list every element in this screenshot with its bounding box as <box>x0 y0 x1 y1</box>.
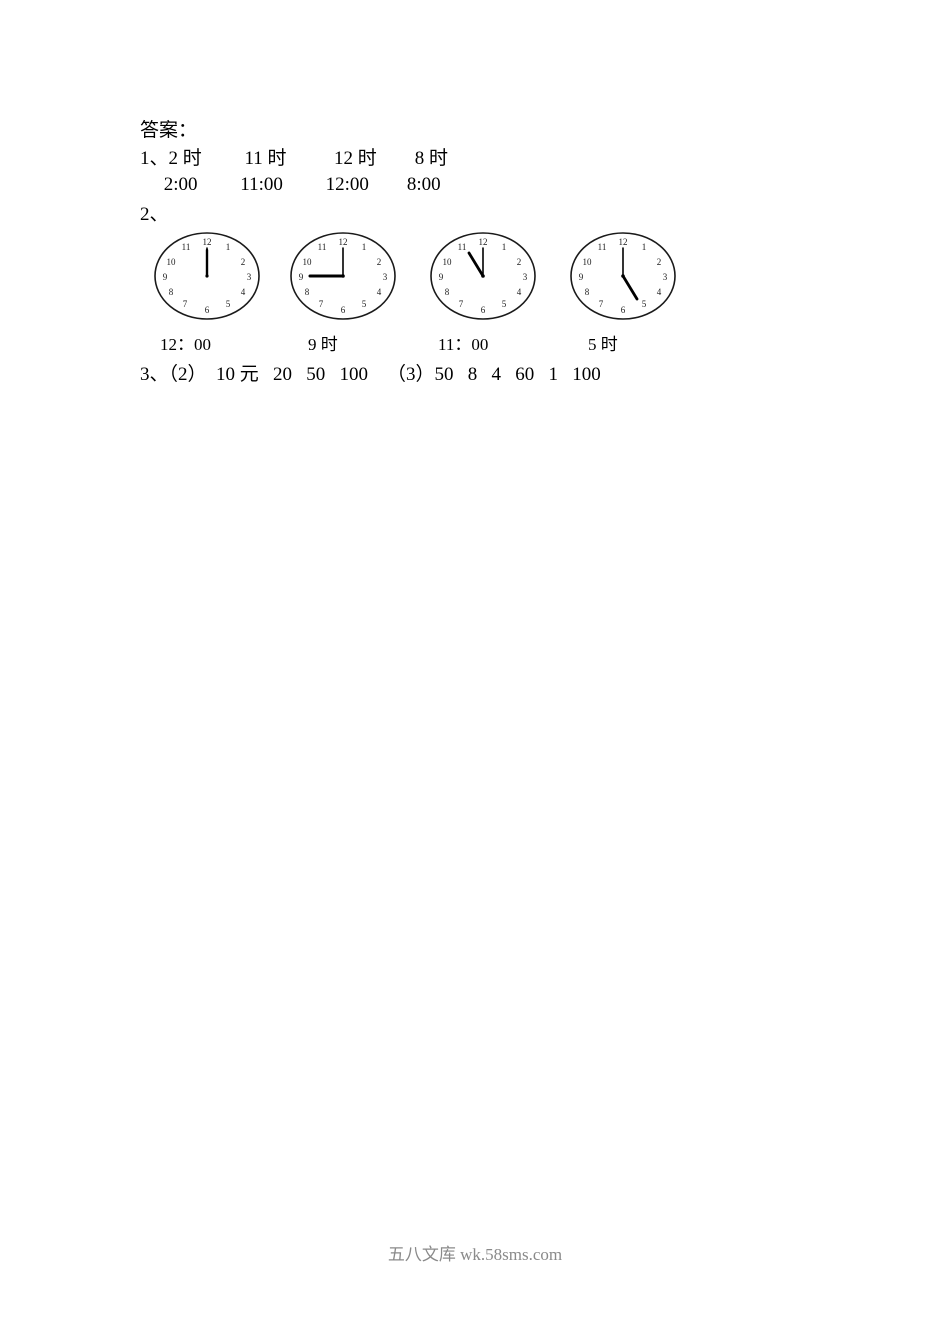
svg-text:1: 1 <box>362 242 367 252</box>
svg-text:12: 12 <box>479 237 488 247</box>
question-2-label: 2、 <box>140 204 169 225</box>
svg-text:11: 11 <box>182 242 191 252</box>
svg-text:3: 3 <box>663 272 668 282</box>
svg-text:12: 12 <box>619 237 628 247</box>
svg-text:10: 10 <box>443 257 453 267</box>
svg-text:9: 9 <box>579 272 584 282</box>
svg-text:9: 9 <box>299 272 304 282</box>
document-page: 答案： 1、2 时 11 时 12 时 8 时 2:00 11:00 12:00… <box>0 0 950 1344</box>
svg-text:6: 6 <box>481 305 486 315</box>
svg-text:2: 2 <box>517 257 522 267</box>
svg-text:2: 2 <box>241 257 246 267</box>
answer-heading: 答案： <box>140 120 198 141</box>
clock-caption-2: 9 时 <box>308 335 338 354</box>
clock-face-4: 12 1 2 3 4 5 6 7 8 9 10 11 <box>568 230 678 322</box>
clock-caption-1: 12：00 <box>160 335 211 354</box>
svg-text:8: 8 <box>305 287 310 297</box>
svg-text:3: 3 <box>523 272 528 282</box>
svg-text:10: 10 <box>167 257 177 267</box>
svg-text:7: 7 <box>319 299 324 309</box>
svg-text:4: 4 <box>517 287 522 297</box>
svg-text:5: 5 <box>226 299 231 309</box>
svg-text:4: 4 <box>241 287 246 297</box>
svg-text:3: 3 <box>383 272 388 282</box>
svg-text:5: 5 <box>362 299 367 309</box>
clock-face-2: 12 1 2 3 4 5 6 7 8 9 10 11 <box>288 230 398 322</box>
question-3-answer-line: 3、（2） 10 元 20 50 100 （3）50 8 4 60 1 100 <box>140 364 601 385</box>
clock-svg-1: 12 1 2 3 4 5 6 7 8 9 10 11 <box>154 232 260 320</box>
svg-text:9: 9 <box>439 272 444 282</box>
clock-svg-4: 12 1 2 3 4 5 6 7 8 9 10 11 <box>570 232 676 320</box>
clock-face-3: 12 1 2 3 4 5 6 7 8 9 10 11 <box>428 230 538 322</box>
clock-caption-4: 5 时 <box>588 335 618 354</box>
svg-text:7: 7 <box>183 299 188 309</box>
clock-svg-2: 12 1 2 3 4 5 6 7 8 9 10 11 <box>290 232 396 320</box>
svg-text:12: 12 <box>339 237 348 247</box>
svg-text:8: 8 <box>169 287 174 297</box>
question-2-clock-row: 12 1 2 3 4 5 6 7 8 9 10 11 12 1 2 3 4 5 … <box>140 230 840 330</box>
svg-text:7: 7 <box>599 299 604 309</box>
clock-svg-3: 12 1 2 3 4 5 6 7 8 9 10 11 <box>430 232 536 320</box>
clock-face-1: 12 1 2 3 4 5 6 7 8 9 10 11 <box>152 230 262 322</box>
svg-text:5: 5 <box>642 299 647 309</box>
svg-text:6: 6 <box>341 305 346 315</box>
svg-text:8: 8 <box>585 287 590 297</box>
svg-text:6: 6 <box>205 305 210 315</box>
svg-text:3: 3 <box>247 272 252 282</box>
svg-text:2: 2 <box>377 257 382 267</box>
svg-text:12: 12 <box>203 237 212 247</box>
svg-text:11: 11 <box>318 242 327 252</box>
document-content: 答案： 1、2 时 11 时 12 时 8 时 2:00 11:00 12:00… <box>140 118 840 388</box>
clock-caption-3: 11：00 <box>438 335 489 354</box>
svg-text:5: 5 <box>502 299 507 309</box>
svg-text:1: 1 <box>502 242 507 252</box>
svg-text:6: 6 <box>621 305 626 315</box>
svg-text:11: 11 <box>458 242 467 252</box>
question-2-caption-row: 12：00 9 时 11：00 5 时 <box>140 330 840 356</box>
svg-text:10: 10 <box>303 257 313 267</box>
svg-text:9: 9 <box>163 272 168 282</box>
svg-text:1: 1 <box>226 242 231 252</box>
svg-text:2: 2 <box>657 257 662 267</box>
svg-text:1: 1 <box>642 242 647 252</box>
svg-text:7: 7 <box>459 299 464 309</box>
svg-text:4: 4 <box>377 287 382 297</box>
question-1-answer-line-1: 1、2 时 11 时 12 时 8 时 <box>140 148 449 169</box>
svg-text:8: 8 <box>445 287 450 297</box>
svg-text:11: 11 <box>598 242 607 252</box>
watermark-text: 五八文库 wk.58sms.com <box>387 1245 563 1264</box>
svg-text:4: 4 <box>657 287 662 297</box>
svg-text:10: 10 <box>583 257 593 267</box>
question-1-answer-line-2: 2:00 11:00 12:00 8:00 <box>140 174 441 195</box>
